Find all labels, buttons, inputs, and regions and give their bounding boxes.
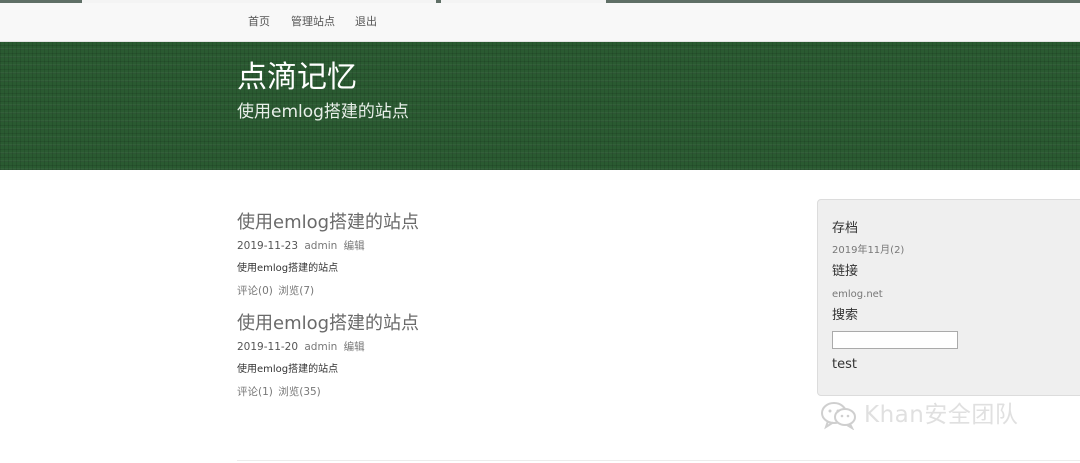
archive-item[interactable]: 2019年11月(2) [832, 244, 904, 258]
wechat-icon [821, 402, 856, 430]
archive-heading: 存档 [832, 221, 859, 236]
post-meta: 2019-11-23 admin 编辑 [237, 239, 419, 253]
site-title[interactable]: 点滴记忆 [237, 58, 357, 98]
nav-item-home[interactable]: 首页 [248, 15, 270, 29]
post-views-count[interactable]: 浏览(7) [278, 285, 314, 297]
sidebar-panel: 存档 2019年11月(2) 链接 emlog.net 搜索 test [817, 199, 1080, 396]
post-comments-link[interactable]: 评论(1) [237, 386, 273, 398]
watermark: Khan安全团队 [820, 398, 1018, 432]
post-item: 使用emlog搭建的站点 2019-11-20 admin 编辑 使用emlog… [237, 312, 419, 399]
links-heading: 链接 [832, 264, 859, 279]
nav-item-logout[interactable]: 退出 [355, 15, 377, 29]
link-item-emlog[interactable]: emlog.net [832, 288, 883, 302]
content-divider [237, 460, 1080, 461]
site-header-banner [0, 42, 1080, 170]
watermark-text: Khan安全团队 [864, 402, 1019, 428]
post-edit-link[interactable]: 编辑 [344, 240, 365, 252]
site-subtitle: 使用emlog搭建的站点 [237, 102, 409, 122]
post-views-count[interactable]: 浏览(35) [278, 386, 321, 398]
post-stats: 评论(1) 浏览(35) [237, 385, 419, 399]
post-item: 使用emlog搭建的站点 2019-11-23 admin 编辑 使用emlog… [237, 211, 419, 298]
post-meta: 2019-11-20 admin 编辑 [237, 340, 419, 354]
post-author[interactable]: admin [304, 341, 337, 353]
post-edit-link[interactable]: 编辑 [344, 341, 365, 353]
post-author[interactable]: admin [304, 240, 337, 252]
post-title[interactable]: 使用emlog搭建的站点 [237, 312, 419, 336]
search-input[interactable] [832, 331, 958, 349]
post-comments-link[interactable]: 评论(0) [237, 285, 273, 297]
test-label: test [832, 357, 857, 372]
post-date: 2019-11-23 [237, 240, 299, 252]
post-title[interactable]: 使用emlog搭建的站点 [237, 211, 419, 235]
post-excerpt: 使用emlog搭建的站点 [237, 364, 339, 375]
nav-item-manage-site[interactable]: 管理站点 [291, 15, 335, 29]
post-date: 2019-11-20 [237, 341, 299, 353]
post-stats: 评论(0) 浏览(7) [237, 284, 419, 298]
top-navbar: 首页 管理站点 退出 [0, 3, 1080, 42]
post-excerpt: 使用emlog搭建的站点 [237, 263, 339, 274]
search-heading: 搜索 [832, 308, 859, 323]
